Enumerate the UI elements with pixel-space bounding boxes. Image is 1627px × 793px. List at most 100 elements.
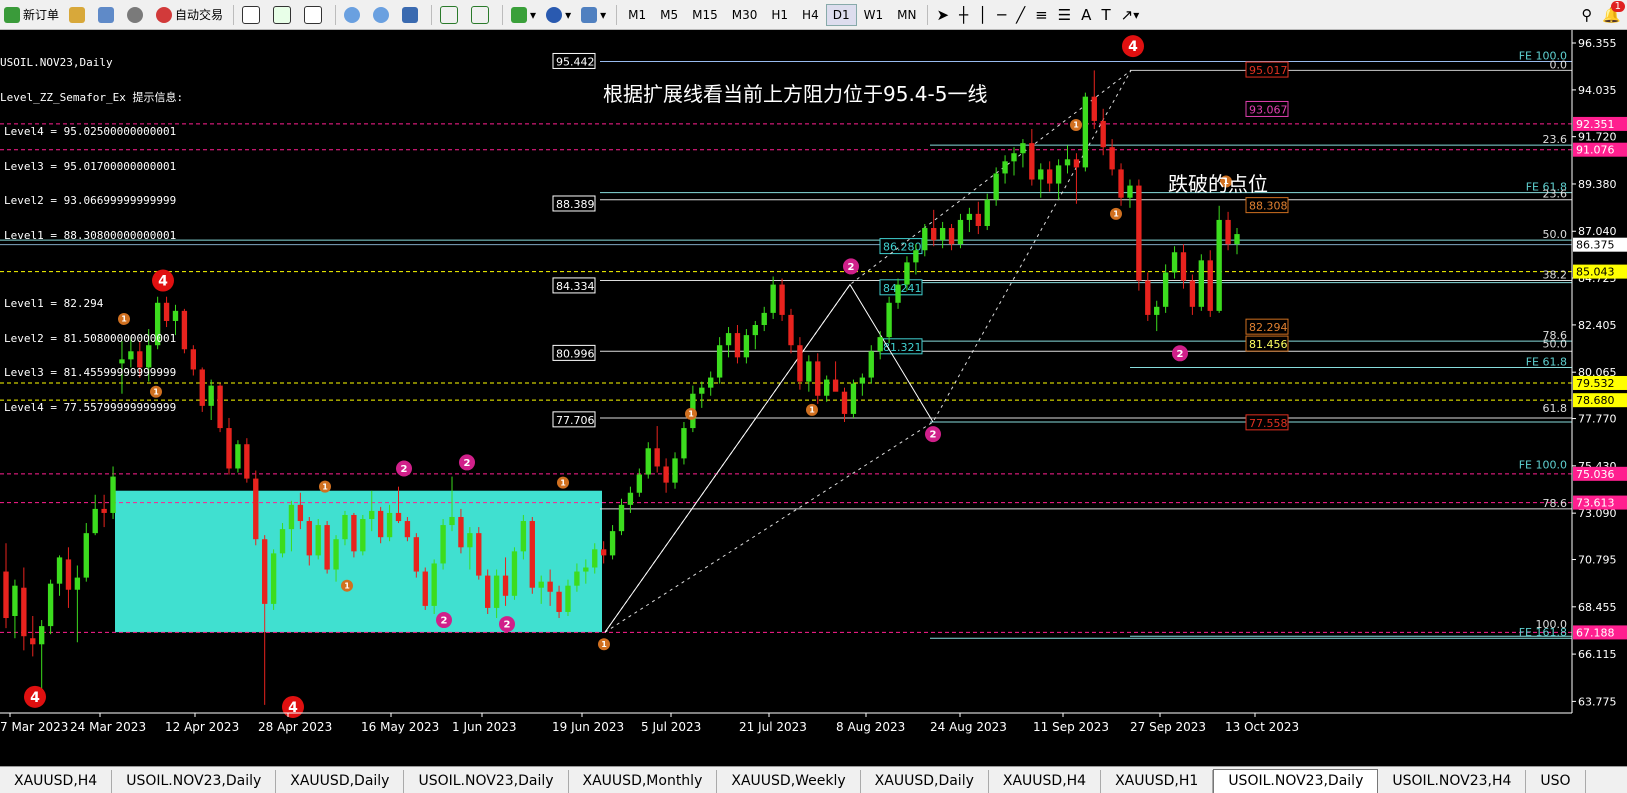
candle-body (467, 533, 473, 548)
semafor-label: 2 (504, 620, 511, 631)
candle-body (663, 466, 669, 483)
channel-tool-button[interactable]: ≡ (1031, 4, 1052, 26)
candle-body (1145, 280, 1151, 315)
chart-tab[interactable]: XAUUSD,H1 (1101, 770, 1214, 793)
chart-tab[interactable]: XAUUSD,Daily (276, 770, 405, 793)
line-chart-button[interactable] (300, 4, 329, 26)
search-button[interactable]: ⚲ (1577, 4, 1596, 26)
chevron-down-icon: ▾ (600, 7, 607, 22)
line-chart-icon (304, 5, 323, 24)
candle-body (627, 492, 634, 505)
horizontal-line-tool-button[interactable]: ─ (993, 4, 1010, 26)
candle-body (39, 626, 45, 645)
resistance-annotation[interactable]: 根据扩展线看当前上方阻力位于95.4-5一线 (603, 78, 987, 107)
price-tick-label: 66.115 (1578, 648, 1617, 661)
price-tick-label: 96.355 (1578, 37, 1617, 50)
indicators-button[interactable]: ▾ (507, 4, 540, 26)
market-watch-button[interactable] (94, 4, 121, 26)
trendline-tool-button[interactable]: ╱ (1012, 4, 1029, 26)
tile-windows-button[interactable] (398, 4, 425, 26)
break-point-annotation[interactable]: 跌破的点位 (1168, 168, 1268, 197)
candle-body (832, 379, 839, 392)
candle-body (413, 537, 420, 572)
timeframe-h1-button[interactable]: H1 (764, 4, 795, 26)
timeframe-d1-button[interactable]: D1 (825, 3, 857, 26)
templates-button[interactable]: ▾ (577, 4, 610, 26)
periods-button[interactable]: ▾ (542, 4, 575, 26)
candle-body (725, 333, 732, 346)
chart-tab[interactable]: XAUUSD,H4 (989, 770, 1102, 793)
candle-body (351, 514, 357, 552)
candle-body (244, 444, 250, 479)
candle-body (199, 369, 205, 406)
fibonacci-tool-button[interactable]: ☰ (1054, 4, 1075, 26)
text-tool-button[interactable]: A (1077, 4, 1095, 26)
timeframe-m30-button[interactable]: M30 (725, 4, 765, 26)
time-tick-label: 13 Oct 2023 (1225, 720, 1299, 734)
cursor-tool-button[interactable]: ➤ (932, 4, 953, 26)
candle-body (1207, 260, 1213, 311)
price-tick-label: 91.720 (1578, 131, 1617, 144)
candle-body (708, 377, 714, 388)
crosshair-icon: ┼ (959, 5, 969, 24)
chart-shift-button[interactable] (467, 4, 496, 26)
autoscroll-button[interactable] (436, 4, 465, 26)
zoom-in-button[interactable] (340, 4, 367, 26)
candle-body (369, 510, 375, 520)
fibonacci-icon: ☰ (1057, 5, 1072, 24)
candle-body (681, 428, 687, 459)
candle-body (324, 525, 330, 570)
timeframe-m5-button[interactable]: M5 (653, 4, 685, 26)
chart-tab[interactable]: USOIL.NOV23,H4 (1378, 770, 1527, 793)
chart-tab[interactable]: USOIL.NOV23,Daily (404, 770, 569, 793)
time-tick-label: 5 Jul 2023 (641, 720, 701, 734)
price-tick-label: 82.405 (1578, 319, 1617, 332)
time-tick-label: 1 Jun 2023 (452, 720, 517, 734)
chevron-down-icon: ▾ (1133, 7, 1140, 22)
price-chart[interactable]: FE 100.0 0.0 23.6 FE 61.8 23.6 50.0 38.2 78.6 50… (0, 30, 1627, 760)
new-order-button[interactable]: 新订单 (0, 4, 63, 26)
auto-trade-button[interactable]: 自动交易 (152, 4, 227, 26)
chart-tab[interactable]: USOIL.NOV23,Daily (1213, 769, 1379, 793)
timeframe-m15-button[interactable]: M15 (685, 4, 725, 26)
cursor-icon: ➤ (936, 5, 950, 24)
semafor-label: 1 (344, 581, 350, 590)
signals-button[interactable] (123, 4, 150, 26)
chart-tab[interactable]: XAUUSD,Monthly (569, 770, 718, 793)
timeframe-w1-button[interactable]: W1 (857, 4, 891, 26)
arrows-tool-button[interactable]: ↗ ▾ (1117, 4, 1144, 26)
auto-trade-icon (156, 6, 173, 23)
candle-chart-button[interactable] (269, 4, 298, 26)
upper-level-2: Level3 = 95.01700000000001 (4, 159, 177, 173)
fibonacci-label: 23.6 (1543, 133, 1568, 146)
vertical-line-tool-button[interactable]: │ (974, 4, 991, 26)
chart-tab[interactable]: XAUUSD,Weekly (717, 770, 861, 793)
bar-chart-button[interactable] (238, 4, 267, 26)
chart-tab[interactable]: USO (1526, 770, 1586, 793)
level-box-label: 88.389 (556, 198, 595, 211)
chart-tab[interactable]: XAUUSD,H4 (0, 770, 113, 793)
lower-level-1: Level1 = 82.294 (4, 297, 104, 310)
semafor-label: 2 (464, 458, 471, 469)
timeframe-h4-button[interactable]: H4 (795, 4, 826, 26)
chart-tab[interactable]: USOIL.NOV23,Daily (112, 770, 277, 793)
vertical-line-icon: │ (978, 5, 988, 24)
history-button[interactable] (65, 4, 92, 26)
fibonacci-label: 23.6 (1543, 188, 1568, 201)
chart-tab[interactable]: XAUUSD,Daily (861, 770, 989, 793)
candle-body (761, 312, 767, 326)
candle-body (1216, 219, 1222, 311)
candle-body (1225, 219, 1231, 245)
alerts-button[interactable]: 🔔 1 (1598, 0, 1625, 26)
candle-body (699, 387, 705, 394)
label-tool-button[interactable]: T (1097, 4, 1114, 26)
level-box-label: 88.308 (1249, 200, 1288, 213)
timeframe-m1-button[interactable]: M1 (621, 4, 653, 26)
crosshair-tool-button[interactable]: ┼ (955, 4, 972, 26)
timeframe-mn-button[interactable]: MN (890, 4, 923, 26)
lower-level-3: Level3 = 81.45599999999999 (4, 366, 177, 379)
price-tick-label: 77.770 (1578, 413, 1617, 426)
candle-body (592, 549, 598, 568)
candle-body (30, 638, 36, 645)
zoom-out-button[interactable] (369, 4, 396, 26)
